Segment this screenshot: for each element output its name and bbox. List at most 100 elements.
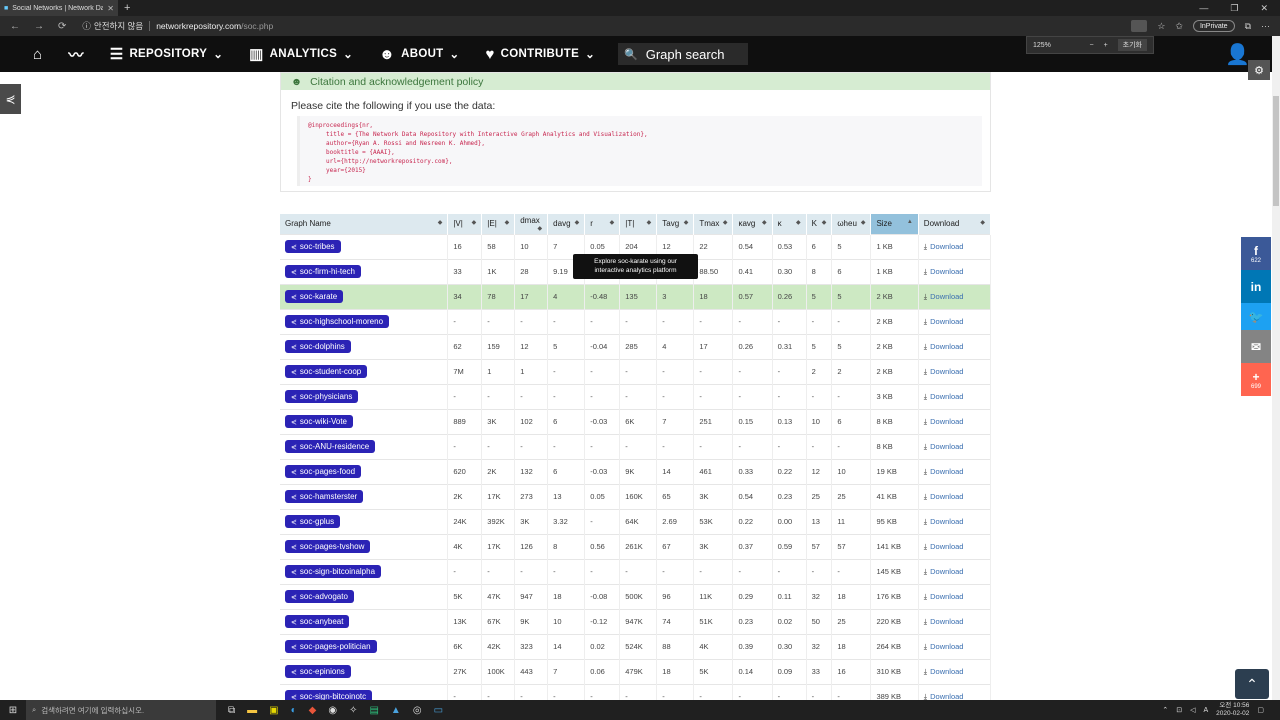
column-header[interactable]: Tavg ◆ <box>656 214 695 234</box>
minimize-button[interactable]: — <box>1199 3 1208 14</box>
column-header[interactable]: κavg ◆ <box>732 214 773 234</box>
column-header[interactable]: κ ◆ <box>772 214 807 234</box>
download-link[interactable]: ⤓ Download <box>924 292 964 301</box>
close-window-button[interactable]: ✕ <box>1260 3 1268 14</box>
more-share-button[interactable]: +699 <box>1241 363 1271 396</box>
column-header[interactable]: Size ▲ <box>870 214 919 234</box>
column-header[interactable]: davg ◆ <box>547 214 586 234</box>
twitter-share-button[interactable]: 🐦 <box>1241 303 1271 330</box>
favorites-icon[interactable]: ✩ <box>1175 21 1183 32</box>
download-link[interactable]: ⤓ Download <box>924 392 964 401</box>
graph-name-button[interactable]: ⋞ soc-karate <box>285 290 344 303</box>
task-view-icon[interactable]: ⧉ <box>228 705 235 716</box>
app-icon[interactable]: ◎ <box>413 705 422 716</box>
taskbar-search[interactable]: ⌕ 검색하려면 여기에 입력하십시오. <box>26 700 216 720</box>
graph-name-button[interactable]: ⋞ soc-hamsterster <box>285 490 364 503</box>
app-icon[interactable]: ▣ <box>269 705 278 716</box>
column-header[interactable]: Download ◆ <box>918 214 992 234</box>
nav-repository[interactable]: ☰ REPOSITORY ⌄ <box>97 45 236 63</box>
zoom-in-button[interactable]: + <box>1104 42 1108 49</box>
graph-name-button[interactable]: ⋞ soc-physicians <box>285 390 359 403</box>
download-link[interactable]: ⤓ Download <box>924 267 964 276</box>
column-header[interactable]: Tmax ◆ <box>693 214 734 234</box>
column-header[interactable]: |V| ◆ <box>447 214 483 234</box>
gear-icon[interactable]: ⚙ <box>1248 60 1270 80</box>
app-icon[interactable]: ▲ <box>391 705 401 716</box>
graph-name-button[interactable]: ⋞ soc-gplus <box>285 515 341 528</box>
column-header[interactable]: Graph Name ◆ <box>280 214 449 234</box>
app-icon[interactable]: ▤ <box>369 705 378 716</box>
new-tab-button[interactable]: + <box>124 2 130 14</box>
maximize-button[interactable]: ❐ <box>1230 3 1238 14</box>
more-icon[interactable]: ··· <box>1261 21 1270 31</box>
forward-button[interactable]: → <box>34 21 44 32</box>
zoom-icon[interactable] <box>1131 20 1148 32</box>
network-icon[interactable]: ⊡ <box>1176 706 1182 714</box>
zoom-out-button[interactable]: − <box>1089 42 1093 49</box>
graph-name-button[interactable]: ⋞ soc-firm-hi-tech <box>285 265 361 278</box>
graph-name-button[interactable]: ⋞ soc-wiki-Vote <box>285 415 353 428</box>
file-explorer-icon[interactable]: ▬ <box>247 705 257 716</box>
scrollbar-thumb[interactable] <box>1273 96 1279 206</box>
nav-about[interactable]: ☻ ABOUT ⌄ <box>366 46 472 63</box>
column-header[interactable]: dmax ◆ <box>514 214 549 234</box>
graph-search[interactable]: 🔍 Graph search <box>618 43 748 65</box>
download-link[interactable]: ⤓ Download <box>924 567 964 576</box>
column-header[interactable]: r ◆ <box>584 214 621 234</box>
graph-name-button[interactable]: ⋞ soc-tribes <box>285 240 341 253</box>
app-icon[interactable]: ▭ <box>434 705 443 716</box>
email-share-button[interactable]: ✉ <box>1241 330 1271 363</box>
zoom-reset-button[interactable]: 초기화 <box>1117 39 1147 51</box>
favorite-star-icon[interactable]: ☆ <box>1157 21 1165 32</box>
collections-icon[interactable]: ⧉ <box>1245 21 1251 32</box>
download-link[interactable]: ⤓ Download <box>924 642 964 651</box>
download-link[interactable]: ⤓ Download <box>924 692 964 700</box>
nav-trends[interactable]: 〰 <box>55 44 96 65</box>
download-link[interactable]: ⤓ Download <box>924 342 964 351</box>
graph-name-button[interactable]: ⋞ soc-dolphins <box>285 340 351 353</box>
security-indicator[interactable]: ⓘ 안전하지 않음 <box>82 20 143 32</box>
language-icon[interactable]: A <box>1203 707 1208 714</box>
app-icon[interactable]: ✧ <box>349 705 357 716</box>
download-link[interactable]: ⤓ Download <box>924 492 964 501</box>
nav-contribute[interactable]: ♥ CONTRIBUTE ⌄ <box>472 46 608 63</box>
nav-home[interactable]: ⌂ <box>20 46 55 63</box>
notification-icon[interactable]: ▢ <box>1257 706 1264 714</box>
download-link[interactable]: ⤓ Download <box>924 242 964 251</box>
download-link[interactable]: ⤓ Download <box>924 517 964 526</box>
download-link[interactable]: ⤓ Download <box>924 367 964 376</box>
tab-close-icon[interactable]: ✕ <box>107 4 114 13</box>
graph-name-button[interactable]: ⋞ soc-advogato <box>285 590 354 603</box>
download-link[interactable]: ⤓ Download <box>924 617 964 626</box>
graph-name-button[interactable]: ⋞ soc-sign-bitcoinotc <box>285 690 373 700</box>
user-icon[interactable]: 👤 <box>1225 42 1250 67</box>
graph-name-button[interactable]: ⋞ soc-student-coop <box>285 365 368 378</box>
graph-name-button[interactable]: ⋞ soc-sign-bitcoinalpha <box>285 565 382 578</box>
download-link[interactable]: ⤓ Download <box>924 592 964 601</box>
graph-name-button[interactable]: ⋞ soc-anybeat <box>285 615 350 628</box>
download-link[interactable]: ⤓ Download <box>924 667 964 676</box>
inprivate-badge[interactable]: InPrivate <box>1192 20 1235 32</box>
column-header[interactable]: |E| ◆ <box>481 214 516 234</box>
browser-tab[interactable]: ■ Social Networks | Network Data ✕ <box>0 0 118 16</box>
nav-analytics[interactable]: ▥ ANALYTICS ⌄ <box>236 45 366 63</box>
scroll-to-top-button[interactable]: ⌃ <box>1235 669 1269 699</box>
refresh-button[interactable]: ⟳ <box>58 21 66 32</box>
linkedin-share-button[interactable]: in <box>1241 270 1271 303</box>
graph-name-button[interactable]: ⋞ soc-pages-tvshow <box>285 540 371 553</box>
graph-name-button[interactable]: ⋞ soc-epinions <box>285 665 351 678</box>
facebook-share-button[interactable]: f 622 <box>1241 237 1271 270</box>
app-icon[interactable]: ◆ <box>309 705 317 716</box>
url-field[interactable]: networkrepository.com/soc.php <box>156 21 273 31</box>
column-header[interactable]: K ◆ <box>806 214 833 234</box>
column-header[interactable]: |T| ◆ <box>619 214 658 234</box>
chevron-up-icon[interactable]: ⌃ <box>1162 706 1168 714</box>
share-icon[interactable]: ⋞ <box>0 84 21 114</box>
download-link[interactable]: ⤓ Download <box>924 417 964 426</box>
graph-name-button[interactable]: ⋞ soc-highschool-moreno <box>285 315 390 328</box>
graph-name-button[interactable]: ⋞ soc-pages-politician <box>285 640 377 653</box>
windows-start-icon[interactable]: ⊞ <box>0 705 26 716</box>
column-header[interactable]: ωheu ◆ <box>831 214 872 234</box>
volume-icon[interactable]: ◁ <box>1190 706 1195 714</box>
edge-icon[interactable]: ◐ <box>291 705 297 716</box>
